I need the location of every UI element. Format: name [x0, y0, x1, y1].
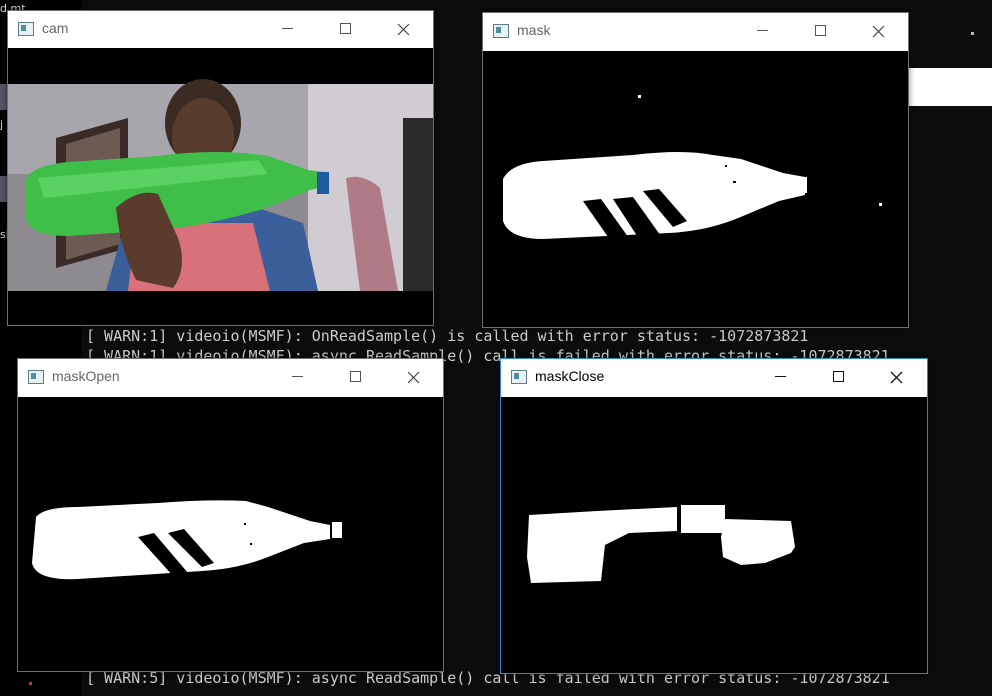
- close-icon: [872, 25, 885, 38]
- maximize-button[interactable]: [332, 359, 378, 395]
- console-line: [ WARN:1] videoio(MSMF): OnReadSample() …: [86, 327, 809, 345]
- mask-open-window[interactable]: maskOpen: [17, 358, 444, 672]
- mask-window[interactable]: mask: [482, 12, 909, 328]
- mask-close-image: [501, 397, 927, 673]
- app-window-icon: [511, 370, 527, 384]
- maximize-button[interactable]: [797, 13, 843, 49]
- mask-open-image: [18, 397, 443, 671]
- minimize-button[interactable]: [264, 11, 310, 47]
- close-button[interactable]: [390, 359, 436, 395]
- window-title: mask: [517, 22, 551, 38]
- app-window-icon: [18, 22, 34, 36]
- minimize-button[interactable]: [757, 359, 803, 395]
- close-icon: [397, 23, 410, 36]
- close-icon: [407, 371, 420, 384]
- close-button[interactable]: [380, 11, 426, 47]
- titlebar[interactable]: mask: [483, 13, 908, 49]
- titlebar[interactable]: maskOpen: [18, 359, 443, 395]
- close-icon: [890, 371, 903, 384]
- maximize-button[interactable]: [815, 359, 861, 395]
- app-window-icon: [28, 370, 44, 384]
- window-title: cam: [42, 20, 69, 36]
- window-title: maskOpen: [52, 368, 120, 384]
- mask-close-window[interactable]: maskClose: [500, 358, 928, 674]
- titlebar[interactable]: maskClose: [501, 359, 927, 395]
- titlebar[interactable]: cam: [8, 11, 433, 47]
- mask-image: [483, 51, 908, 327]
- app-window-icon: [493, 24, 509, 38]
- maximize-button[interactable]: [322, 11, 368, 47]
- minimize-button[interactable]: [739, 13, 785, 49]
- close-button[interactable]: [855, 13, 901, 49]
- close-button[interactable]: [873, 359, 919, 395]
- camera-feed-image: [8, 48, 433, 325]
- window-title: maskClose: [535, 368, 605, 384]
- background-window-strip: [905, 68, 992, 106]
- cam-window[interactable]: cam: [7, 10, 434, 326]
- desktop-label: j: [0, 118, 4, 131]
- taskbar-dot: [29, 682, 32, 685]
- background-dot: [971, 32, 974, 35]
- minimize-button[interactable]: [274, 359, 320, 395]
